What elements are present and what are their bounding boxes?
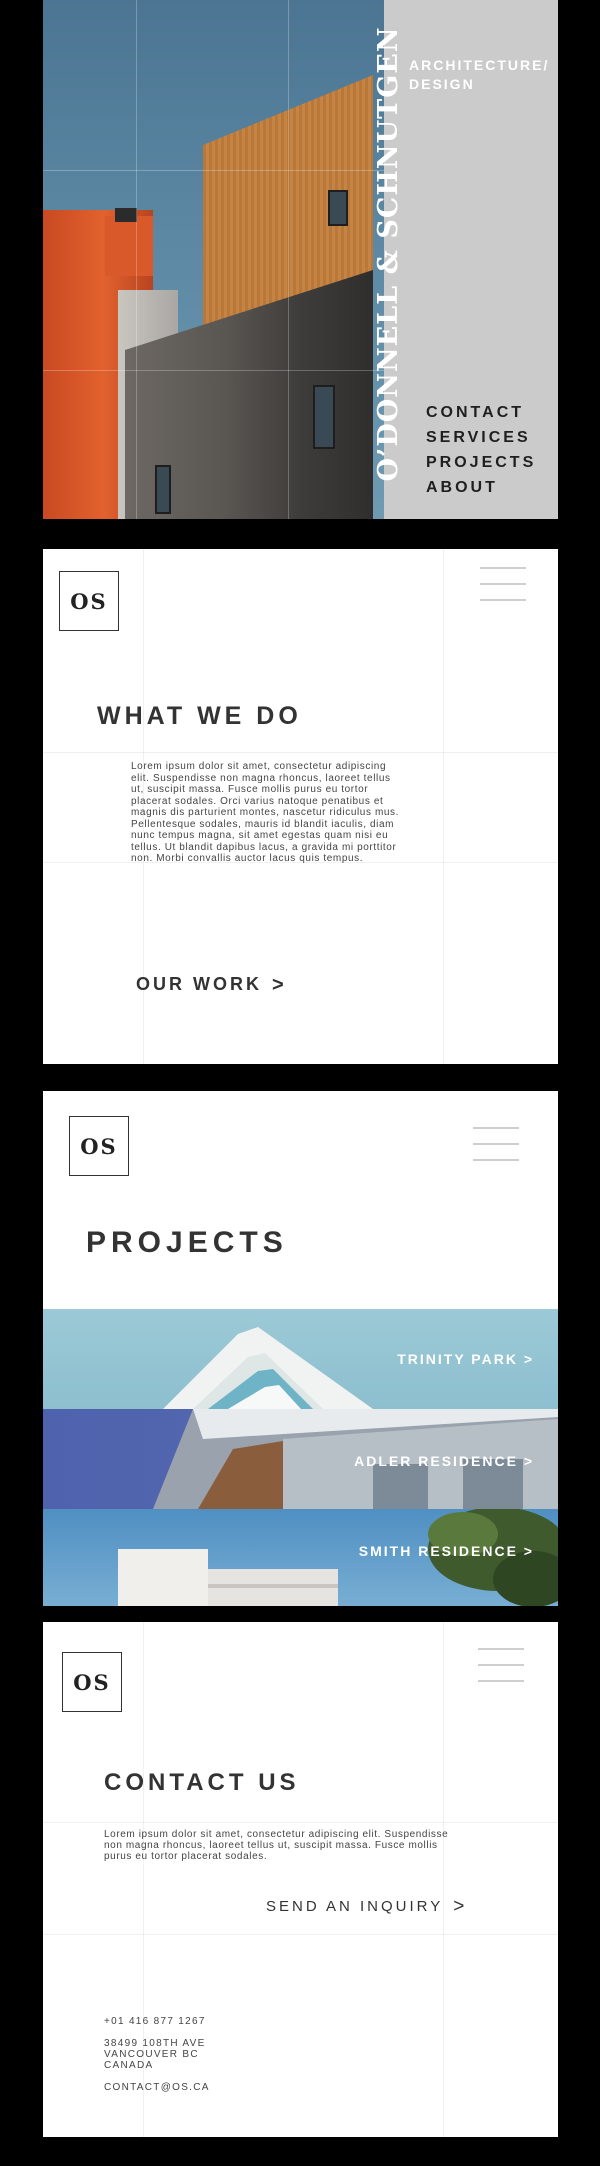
os-logo[interactable]: OS bbox=[59, 571, 119, 631]
chevron-right-icon: > bbox=[453, 1896, 468, 1917]
smith-residence-label: SMITH RESIDENCE > bbox=[358, 1543, 534, 1559]
what-we-do-body: Lorem ipsum dolor sit amet, consectetur … bbox=[131, 761, 400, 864]
address-line-2: VANCOUVER BC bbox=[104, 2049, 199, 2060]
grid-line bbox=[43, 1934, 558, 1935]
grid-line bbox=[43, 1822, 558, 1823]
hamburger-menu-icon[interactable] bbox=[473, 1127, 519, 1161]
hero-section: O’DONNELL & SCHNUTGEN ARCHITECTURE/ DESI… bbox=[43, 0, 558, 519]
nav-services[interactable]: SERVICES bbox=[426, 425, 536, 450]
chimney bbox=[115, 208, 137, 222]
our-work-link[interactable]: OUR WORK > bbox=[136, 973, 287, 996]
contact-body: Lorem ipsum dolor sit amet, consectetur … bbox=[104, 1829, 449, 1862]
os-logo[interactable]: OS bbox=[69, 1116, 129, 1176]
what-we-do-section: OS WHAT WE DO Lorem ipsum dolor sit amet… bbox=[43, 549, 558, 1064]
address-line-1: 38499 108TH AVE bbox=[104, 2038, 206, 2049]
hamburger-menu-icon[interactable] bbox=[478, 1648, 524, 1682]
project-smith-residence[interactable]: SMITH RESIDENCE > bbox=[43, 1509, 558, 1606]
project-trinity-park[interactable]: TRINITY PARK > bbox=[43, 1309, 558, 1409]
what-we-do-heading: WHAT WE DO bbox=[97, 702, 302, 730]
chevron-right-icon: > bbox=[272, 974, 287, 996]
contact-us-heading: CONTACT US bbox=[104, 1769, 300, 1796]
firm-name-vertical: O’DONNELL & SCHNUTGEN bbox=[373, 26, 404, 482]
hero-nav: CONTACT SERVICES PROJECTS ABOUT bbox=[426, 400, 536, 500]
projects-heading: PROJECTS bbox=[86, 1226, 288, 1259]
projects-section: OS PROJECTS TRINITY PARK > ADLER RESIDEN… bbox=[43, 1091, 558, 1606]
building-window bbox=[313, 385, 335, 449]
nav-about[interactable]: ABOUT bbox=[426, 475, 536, 500]
project-adler-residence[interactable]: ADLER RESIDENCE > bbox=[43, 1409, 558, 1509]
grid-line bbox=[43, 370, 384, 371]
nav-projects[interactable]: PROJECTS bbox=[426, 450, 536, 475]
nav-contact[interactable]: CONTACT bbox=[426, 400, 536, 425]
orange-building-top bbox=[105, 216, 153, 276]
phone-number[interactable]: +01 416 877 1267 bbox=[104, 2016, 206, 2028]
grid-line bbox=[136, 0, 137, 519]
os-logo[interactable]: OS bbox=[62, 1652, 122, 1712]
send-inquiry-link[interactable]: SEND AN INQUIRY > bbox=[266, 1895, 467, 1917]
contact-section: OS CONTACT US Lorem ipsum dolor sit amet… bbox=[43, 1622, 558, 2137]
grid-line bbox=[43, 170, 384, 171]
email-link[interactable]: CONTACT@OS.CA bbox=[104, 2082, 210, 2094]
building-window bbox=[328, 190, 348, 226]
address-line-3: CANADA bbox=[104, 2060, 154, 2071]
grid-line bbox=[43, 752, 558, 753]
grid-line bbox=[443, 549, 444, 1064]
grid-line bbox=[288, 0, 289, 519]
hamburger-menu-icon[interactable] bbox=[480, 567, 526, 601]
tagline: ARCHITECTURE/ DESIGN bbox=[409, 57, 550, 92]
trinity-park-label: TRINITY PARK > bbox=[397, 1351, 534, 1367]
adler-residence-label: ADLER RESIDENCE > bbox=[354, 1453, 534, 1469]
grid-line bbox=[443, 1622, 444, 2137]
building-window bbox=[155, 465, 171, 514]
our-work-label: OUR WORK bbox=[136, 974, 262, 994]
send-inquiry-label: SEND AN INQUIRY bbox=[266, 1898, 444, 1915]
